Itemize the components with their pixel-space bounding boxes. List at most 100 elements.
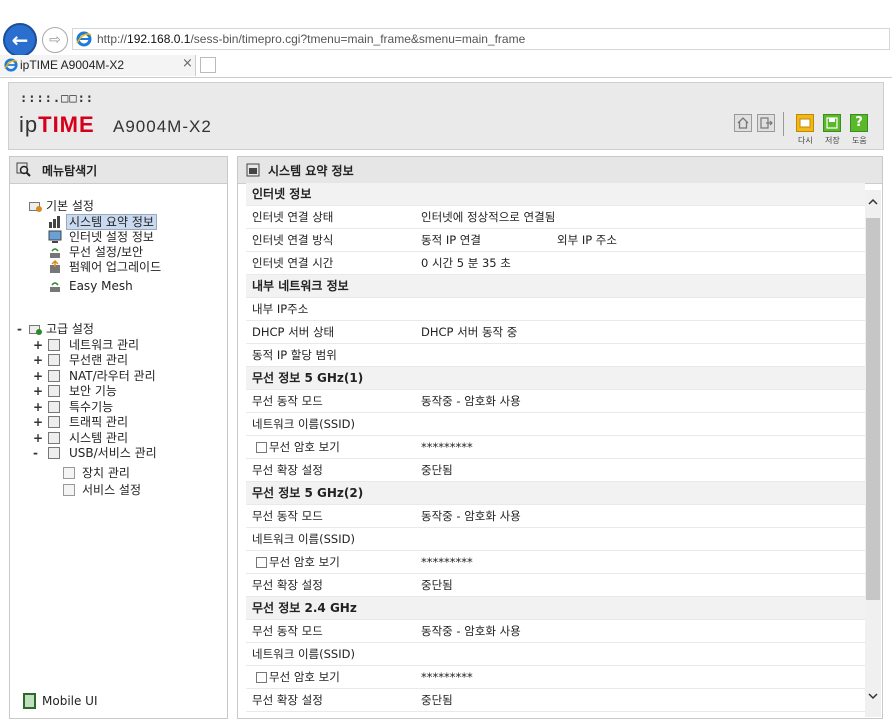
menu-wlan-management[interactable]: 무선랜 관리	[69, 353, 128, 367]
expand-special[interactable]: +	[33, 400, 43, 414]
tab-title: ipTIME A9004M-X2	[20, 58, 125, 72]
wireless-icon	[50, 248, 60, 258]
row-label: 무선 동작 모드	[252, 509, 323, 523]
home-icon[interactable]	[734, 114, 752, 132]
section-title: 무선 정보 5 GHz(2)	[252, 486, 364, 500]
mobile-ui-link[interactable]: Mobile UI	[42, 694, 98, 708]
scrollbar-thumb[interactable]	[866, 218, 880, 600]
menu-system-summary[interactable]: 시스템 요약 정보	[66, 214, 157, 230]
ie-tab-icon	[4, 58, 18, 72]
expand-wlan[interactable]: +	[33, 353, 43, 367]
row-value: *********	[421, 440, 473, 454]
menu-service-settings[interactable]: 서비스 설정	[82, 483, 141, 497]
logo-dots: ::::.□□::	[20, 91, 95, 105]
row-label: 무선 동작 모드	[252, 624, 323, 638]
menu-explorer-title: 메뉴탐색기	[42, 164, 98, 178]
menu-usb-service[interactable]: USB/서비스 관리	[69, 446, 157, 460]
row-label: 네트워크 이름(SSID)	[252, 647, 355, 661]
page-icon	[63, 484, 75, 496]
row-label: 인터넷 연결 상태	[252, 210, 334, 224]
mesh-icon	[50, 282, 60, 292]
chart-icon	[49, 216, 60, 228]
menu-device-management[interactable]: 장치 관리	[82, 466, 130, 480]
toggle-advanced[interactable]: -	[17, 322, 22, 336]
row-label: 무선 암호 보기	[269, 670, 340, 684]
table-row	[246, 390, 865, 413]
scroll-down-icon[interactable]	[866, 690, 880, 702]
expand-traffic[interactable]: +	[33, 415, 43, 429]
ie-icon	[76, 31, 92, 47]
usb-icon	[48, 447, 60, 459]
table-row	[246, 574, 865, 597]
show-password-checkbox[interactable]	[256, 557, 267, 568]
menu-network-management[interactable]: 네트워크 관리	[69, 338, 139, 352]
url-text[interactable]: http://192.168.0.1/sess-bin/timepro.cgi?…	[97, 30, 525, 48]
scroll-up-icon[interactable]	[866, 196, 880, 208]
menu-wireless-security[interactable]: 무선 설정/보안	[69, 245, 143, 259]
row-label: 무선 동작 모드	[252, 394, 323, 408]
menu-internet-settings[interactable]: 인터넷 설정 정보	[69, 230, 154, 244]
lock-icon	[48, 385, 60, 397]
table-row	[246, 505, 865, 528]
back-button[interactable]: ←	[3, 23, 37, 57]
menu-advanced-settings[interactable]: 고급 설정	[46, 322, 94, 336]
new-tab-button[interactable]	[200, 57, 216, 73]
section-title: 내부 네트워크 정보	[252, 279, 349, 293]
row-value: 인터넷에 정상적으로 연결됨	[421, 210, 556, 224]
monitor-icon	[48, 230, 62, 243]
row-label: 무선 확장 설정	[252, 463, 323, 477]
logo-ip: ip	[19, 112, 39, 137]
mobile-icon	[23, 693, 36, 709]
table-row	[246, 459, 865, 482]
network-icon	[48, 339, 60, 351]
menu-firmware-upgrade[interactable]: 펌웨어 업그레이드	[69, 260, 161, 274]
section-row	[246, 183, 865, 206]
special-icon	[48, 401, 60, 413]
expand-system[interactable]: +	[33, 431, 43, 445]
row-label: 네트워크 이름(SSID)	[252, 417, 355, 431]
header-divider	[783, 112, 784, 136]
show-password-checkbox[interactable]	[256, 672, 267, 683]
folder-settings-icon	[29, 202, 42, 212]
row-label: 내부 IP주소	[252, 302, 309, 316]
expand-network[interactable]: +	[33, 338, 43, 352]
model-name: A9004M-X2	[113, 117, 212, 136]
row-label: 무선 암호 보기	[269, 555, 340, 569]
section-title: 인터넷 정보	[252, 187, 312, 201]
logout-icon[interactable]	[757, 114, 775, 132]
row-value: 중단됨	[421, 463, 453, 477]
iptime-logo: ipTIME	[19, 112, 95, 138]
menu-security[interactable]: 보안 기능	[69, 384, 117, 398]
forward-button[interactable]: ⇨	[42, 27, 68, 53]
save-icon[interactable]	[823, 114, 841, 132]
row-value: *********	[421, 555, 473, 569]
system-summary-title: 시스템 요약 정보	[268, 164, 354, 178]
collapse-usb[interactable]: -	[33, 446, 38, 460]
row-value: 동작중 - 암호화 사용	[421, 394, 521, 408]
table-row	[246, 689, 865, 712]
refresh-label: 다시	[798, 136, 813, 145]
menu-basic-settings[interactable]: 기본 설정	[46, 199, 94, 213]
row-extra-label: 외부 IP 주소	[557, 233, 617, 247]
menu-nat-router[interactable]: NAT/라우터 관리	[69, 369, 156, 383]
refresh-icon[interactable]	[796, 114, 814, 132]
row-value: 동적 IP 연결	[421, 233, 481, 247]
menu-easy-mesh[interactable]: Easy Mesh	[69, 279, 133, 293]
table-row	[246, 206, 865, 229]
firmware-icon	[50, 260, 60, 273]
row-value: *********	[421, 670, 473, 684]
show-password-checkbox[interactable]	[256, 442, 267, 453]
menu-traffic-management[interactable]: 트래픽 관리	[69, 415, 128, 429]
system-icon	[48, 432, 60, 444]
expand-nat[interactable]: +	[33, 369, 43, 383]
expand-security[interactable]: +	[33, 384, 43, 398]
help-icon[interactable]: ?	[850, 114, 868, 132]
menu-special-features[interactable]: 특수기능	[69, 400, 113, 414]
section-title: 무선 정보 2.4 GHz	[252, 601, 357, 615]
tab-close-icon[interactable]: ×	[182, 56, 193, 71]
url-path: /sess-bin/timepro.cgi?tmenu=main_frame&s…	[190, 32, 526, 46]
page-icon	[63, 467, 75, 479]
row-label: 인터넷 연결 시간	[252, 256, 334, 270]
row-label: 인터넷 연결 방식	[252, 233, 334, 247]
menu-system-management[interactable]: 시스템 관리	[69, 431, 128, 445]
